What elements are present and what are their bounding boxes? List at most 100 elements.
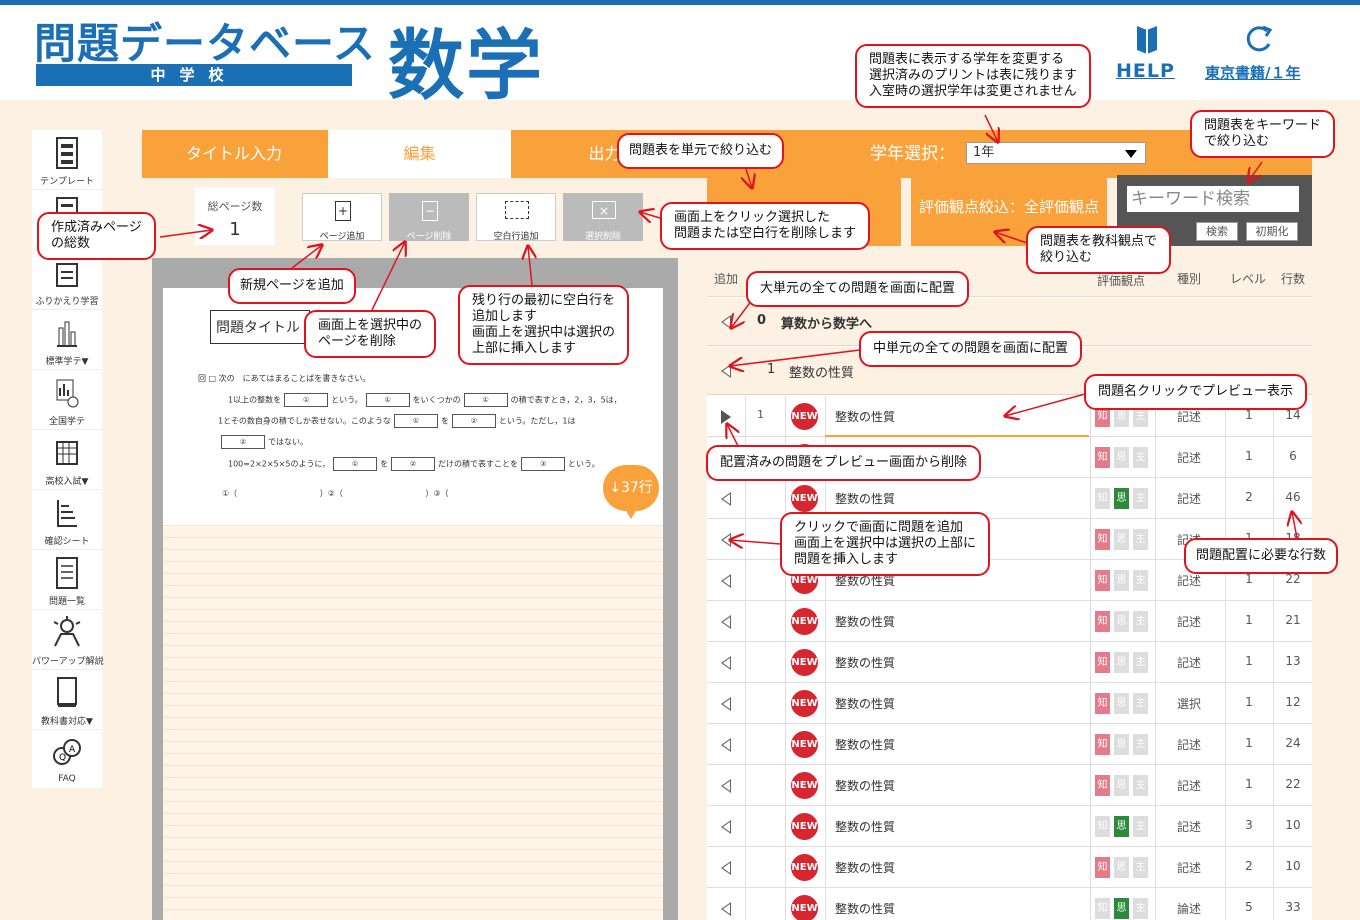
question-name-link[interactable]: 整数の性質 xyxy=(835,490,895,507)
sidebar-item-template[interactable]: テンプレート xyxy=(32,130,102,190)
sidebar-item-textbook[interactable]: 教科書対応▼ xyxy=(32,670,102,730)
question-name-link[interactable]: 整数の性質 xyxy=(835,695,895,712)
table-row[interactable]: NEW 整数の性質 知思主 記述 3 10 xyxy=(707,806,1312,847)
table-row[interactable]: NEW 整数の性質 知思主 記述 1 21 xyxy=(707,601,1312,642)
add-question-icon[interactable] xyxy=(721,492,731,506)
sidebar-item-national-test[interactable]: 全国学テ xyxy=(32,370,102,430)
delete-page-label: ページ削除 xyxy=(406,232,452,242)
help-book-icon[interactable] xyxy=(1134,22,1160,56)
add-question-icon[interactable] xyxy=(721,697,731,711)
add-question-icon[interactable] xyxy=(721,861,731,875)
header-add: 追加 xyxy=(714,272,739,286)
grade-select[interactable]: 1年 xyxy=(966,142,1146,164)
publisher-link[interactable]: 東京書籍/１年 xyxy=(1205,62,1300,83)
tab-title-input[interactable]: タイトル入力 xyxy=(142,130,326,178)
callout-new-page: 新規ページを追加 xyxy=(228,268,356,304)
remove-question-icon[interactable] xyxy=(721,410,731,424)
column-divider xyxy=(1225,478,1226,519)
question-name-link[interactable]: 整数の性質 xyxy=(835,859,895,876)
question-name-link[interactable]: 整数の性質 xyxy=(835,408,895,425)
column-divider xyxy=(1155,478,1156,519)
add-question-icon[interactable] xyxy=(721,615,731,629)
add-question-icon[interactable] xyxy=(721,656,731,670)
question-kind: 記述 xyxy=(1177,451,1202,465)
callout-line: 画面上を選択中の xyxy=(318,318,423,333)
callout-line: 大単元の全ての問題を画面に配置 xyxy=(760,281,956,296)
sidebar-item-power-up[interactable]: パワーアップ解説 xyxy=(32,610,104,670)
callout-line: 画面上を選択中は選択の xyxy=(472,325,616,340)
sidebar-item-faq[interactable]: QA FAQ xyxy=(32,730,102,790)
question-lines: 14 xyxy=(1285,408,1301,422)
column-divider xyxy=(745,806,746,847)
table-row[interactable]: NEW 整数の性質 知思主 記述 1 22 xyxy=(707,765,1312,806)
add-question-icon[interactable] xyxy=(721,902,731,916)
question-lines: 13 xyxy=(1285,654,1301,668)
callout-keyword: 問題表をキーワード で絞り込む xyxy=(1190,110,1336,158)
svg-text:A: A xyxy=(69,745,76,755)
column-divider xyxy=(1225,847,1226,888)
add-question-icon[interactable] xyxy=(721,820,731,834)
question-name-link[interactable]: 整数の性質 xyxy=(835,736,895,753)
page-title-box[interactable]: 問題タイトル xyxy=(210,310,310,344)
new-badge: NEW xyxy=(791,854,818,881)
column-divider xyxy=(1155,765,1156,806)
column-divider xyxy=(785,642,786,683)
question-name-link[interactable]: 整数の性質 xyxy=(835,777,895,794)
add-page-button[interactable]: + ページ追加 xyxy=(302,193,382,242)
question-level: 1 xyxy=(1245,613,1253,627)
remaining-ruled-rows[interactable] xyxy=(163,525,663,920)
new-badge: NEW xyxy=(791,813,818,840)
search-button[interactable]: 検索 xyxy=(1196,222,1238,241)
logo-subtitle: 中学校 xyxy=(36,64,352,86)
column-divider xyxy=(1090,519,1091,560)
callout-line: 問題または空白行を削除します xyxy=(674,226,857,241)
delete-page-button[interactable]: − ページ削除 xyxy=(389,193,469,242)
chart-icon xyxy=(57,321,77,347)
add-question-icon[interactable] xyxy=(721,779,731,793)
sidebar-item-standard-test[interactable]: 標準学テ▼ xyxy=(32,310,102,370)
table-row[interactable]: NEW 整数の性質 知思主 論述 5 33 xyxy=(707,888,1312,920)
question-line-2: 1とその数自身の積でしか表せない。このような ① を ② という。ただし，1は xyxy=(218,414,575,428)
column-divider xyxy=(785,724,786,765)
column-divider xyxy=(1273,724,1274,765)
column-divider xyxy=(745,601,746,642)
sidebar-item-question-list[interactable]: 問題一覧 xyxy=(32,550,102,610)
row-number: 1 xyxy=(757,408,764,421)
callout-preview: 問題名クリックでプレビュー表示 xyxy=(1084,374,1308,410)
list-icon xyxy=(56,557,78,589)
column-divider xyxy=(825,724,826,765)
add-blank-row-button[interactable]: 空白行追加 xyxy=(476,193,556,242)
place-all-major-icon[interactable] xyxy=(721,315,731,329)
keyword-search-input[interactable]: キーワード検索 xyxy=(1127,186,1299,212)
tab-edit[interactable]: 編集 xyxy=(328,130,511,178)
question-name-link[interactable]: 整数の性質 xyxy=(835,613,895,630)
add-page-label: ページ追加 xyxy=(319,232,365,242)
viewpoint-knowledge-badge: 知 xyxy=(1095,857,1110,878)
column-divider xyxy=(745,396,746,437)
sidebar-item-label: 問題一覧 xyxy=(48,597,85,607)
place-all-minor-icon[interactable] xyxy=(721,364,731,378)
add-question-icon[interactable] xyxy=(721,574,731,588)
add-question-icon[interactable] xyxy=(721,738,731,752)
table-row[interactable]: NEW 整数の性質 知思主 選択 1 12 xyxy=(707,683,1312,724)
refresh-icon[interactable] xyxy=(1242,22,1276,56)
table-row[interactable]: NEW 整数の性質 知思主 記述 1 24 xyxy=(707,724,1312,765)
sidebar-item-entrance-exam[interactable]: 高校入試▼ xyxy=(32,430,102,490)
sidebar-item-check-sheet[interactable]: 確認シート xyxy=(32,490,102,550)
add-blank-row-label: 空白行追加 xyxy=(493,232,539,242)
add-question-icon[interactable] xyxy=(721,533,731,547)
question-name-link[interactable]: 整数の性質 xyxy=(835,654,895,671)
column-divider xyxy=(1090,806,1091,847)
q-text: をいくつかの xyxy=(412,395,461,405)
question-name-link[interactable]: 整数の性質 xyxy=(835,818,895,835)
question-name-link[interactable]: 整数の性質 xyxy=(835,900,895,917)
reset-button[interactable]: 初期化 xyxy=(1246,222,1298,241)
table-row[interactable]: NEW 整数の性質 知思主 記述 2 10 xyxy=(707,847,1312,888)
delete-selected-label: 選択削除 xyxy=(584,232,621,242)
delete-selected-button[interactable]: × 選択削除 xyxy=(563,193,643,242)
viewpoint-attitude-badge: 主 xyxy=(1133,447,1148,468)
table-row[interactable]: NEW 整数の性質 知思主 記述 1 13 xyxy=(707,642,1312,683)
column-divider xyxy=(825,601,826,642)
help-link[interactable]: HELP xyxy=(1116,60,1175,82)
column-divider xyxy=(1225,642,1226,683)
